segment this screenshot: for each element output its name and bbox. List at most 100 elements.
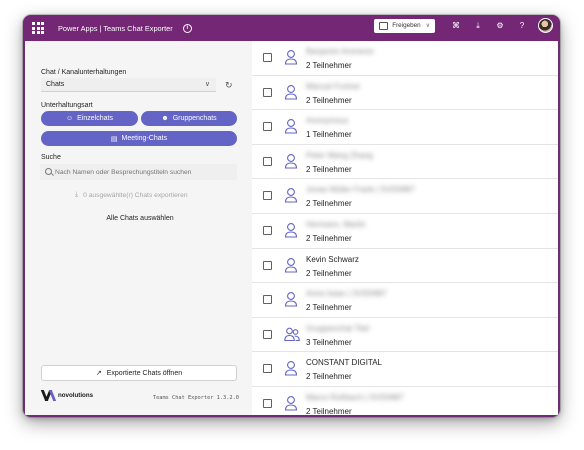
open-exported-button[interactable]: ↗ Exportierte Chats öffnen (41, 365, 237, 381)
export-label: 0 ausgewählte(r) Chats exportieren (83, 191, 188, 199)
app-title: Power Apps | Teams Chat Exporter (58, 23, 173, 33)
chevron-down-icon: ∨ (425, 23, 430, 29)
open-external-icon: ↗ (95, 370, 102, 377)
chat-row[interactable]: Hermann, Martin 2 Teilnehmer (252, 214, 558, 249)
person-icon (284, 84, 298, 100)
chat-name: Jonas Müller Frank | SVD0987 (306, 185, 415, 195)
individual-chats-button[interactable]: ☺ Einzelchats (41, 111, 138, 126)
chat-section-label: Chat / Kanalunterhaltungen (41, 69, 127, 76)
chat-row[interactable]: Benjamin Ammerer 2 Teilnehmer (252, 41, 558, 76)
chat-row[interactable]: Peter Wang Zhang 2 Teilnehmer (252, 145, 558, 180)
chat-row[interactable]: Gruppenchat Titel 3 Teilnehmer (252, 318, 558, 353)
chat-checkbox[interactable] (263, 260, 272, 270)
chat-type-value: Chats (46, 81, 65, 88)
group-icon (284, 326, 300, 342)
chat-checkbox[interactable] (263, 122, 272, 132)
export-button[interactable]: ⤓ 0 ausgewählte(r) Chats exportieren (75, 191, 188, 199)
settings-icon[interactable]: ⚙ (495, 21, 505, 31)
share-icon (379, 21, 389, 30)
chat-name: Benjamin Ammerer (306, 47, 375, 56)
person-icon (284, 118, 298, 134)
calendar-icon: ▤ (110, 135, 118, 143)
chat-name: Marco Roßbach | SVD0987 (306, 393, 404, 402)
refresh-icon[interactable]: ↻ (225, 80, 233, 91)
participant-count: 2 Teilnehmer (306, 61, 352, 70)
person-icon (284, 395, 298, 411)
download-icon[interactable]: ⤓ (473, 21, 483, 31)
chat-row[interactable]: Anna Isaac | SVD0987 2 Teilnehmer (252, 283, 558, 318)
chat-checkbox[interactable] (263, 191, 272, 201)
chat-name: Hermann, Martin (306, 220, 366, 229)
chat-name: Anonymous (306, 116, 349, 126)
conversation-type-label: Unterhaltungsart (41, 102, 93, 109)
chat-row[interactable]: Manuel Furtner 2 Teilnehmer (252, 76, 558, 111)
novolutions-logo: novolutions (40, 390, 94, 401)
sidebar: Chat / Kanalunterhaltungen Chats ∨ ↻ Unt… (25, 41, 252, 415)
group-icon: ☻ (161, 115, 169, 122)
download-icon: ⤓ (75, 191, 79, 198)
chat-type-dropdown[interactable]: Chats ∨ (41, 78, 216, 92)
chat-checkbox[interactable] (263, 226, 272, 235)
chat-name: Kevin Schwarz (306, 254, 359, 264)
logo-text: novolutions (58, 392, 94, 399)
chat-checkbox[interactable] (263, 399, 272, 408)
participant-count: 2 Teilnehmer (306, 268, 352, 278)
chat-checkbox[interactable] (263, 156, 272, 166)
individual-chats-label: Einzelchats (77, 115, 113, 122)
chat-name: CONSTANT DIGITAL (306, 358, 383, 368)
chat-row[interactable]: Jonas Müller Frank | SVD0987 2 Teilnehmer (252, 179, 558, 214)
chat-name: Peter Wang Zhang (306, 150, 373, 160)
search-label: Suche (41, 154, 61, 161)
chat-checkbox[interactable] (263, 329, 272, 339)
share-label: Freigeben (392, 22, 421, 29)
participant-count: 2 Teilnehmer (306, 372, 352, 382)
meeting-chats-button[interactable]: ▤ Meeting-Chats (41, 131, 237, 146)
participant-count: 2 Teilnehmer (306, 407, 352, 415)
participant-count: 2 Teilnehmer (306, 164, 352, 174)
waffle-icon[interactable] (32, 22, 44, 34)
chat-checkbox[interactable] (263, 295, 272, 305)
person-icon (284, 257, 298, 273)
participant-count: 2 Teilnehmer (306, 234, 352, 243)
participant-count: 3 Teilnehmer (306, 337, 352, 347)
chat-row[interactable]: Marco Roßbach | SVD0987 2 Teilnehmer (252, 387, 558, 415)
avatar[interactable] (538, 18, 553, 33)
share-button[interactable]: Freigeben ∨ (374, 18, 435, 33)
help-icon[interactable]: ? (517, 21, 527, 31)
chat-name: Gruppenchat Titel (306, 323, 370, 333)
group-chats-button[interactable]: ☻ Gruppenchats (141, 111, 237, 126)
person-icon (284, 360, 298, 376)
participant-count: 2 Teilnehmer (306, 199, 352, 209)
chat-row[interactable]: CONSTANT DIGITAL 2 Teilnehmer (252, 352, 558, 387)
participant-count: 2 Teilnehmer (306, 95, 352, 105)
person-icon (284, 49, 298, 65)
select-all-button[interactable]: Alle Chats auswählen (80, 215, 200, 222)
chat-row[interactable]: Kevin Schwarz 2 Teilnehmer (252, 249, 558, 284)
participant-count: 1 Teilnehmer (306, 130, 352, 140)
logo-mark (40, 390, 57, 401)
chat-list: Benjamin Ammerer 2 Teilnehmer Manuel Furtn… (252, 41, 558, 415)
chat-row[interactable]: Anonymous 1 Teilnehmer (252, 110, 558, 145)
flow-icon[interactable]: ⌘ (451, 21, 461, 31)
open-exported-label: Exportierte Chats öffnen (106, 369, 183, 377)
top-bar: Power Apps | Teams Chat Exporter i Freig… (23, 15, 560, 41)
chat-checkbox[interactable] (263, 53, 272, 62)
chat-name: Anna Isaac | SVD0987 (306, 289, 387, 299)
chevron-down-icon: ∨ (204, 81, 210, 88)
person-icon (284, 153, 298, 169)
search-icon (45, 168, 52, 175)
person-icon: ☺ (66, 115, 74, 122)
search-input[interactable] (40, 164, 237, 180)
person-icon (284, 222, 298, 238)
participant-count: 2 Teilnehmer (306, 303, 352, 313)
group-chats-label: Gruppenchats (172, 115, 217, 122)
chat-checkbox[interactable] (263, 364, 272, 374)
app-window: Power Apps | Teams Chat Exporter i Freig… (23, 15, 560, 417)
chat-checkbox[interactable] (263, 87, 272, 97)
version-text: Teams Chat Exporter 1.3.2.0 (152, 395, 239, 401)
chat-name: Manuel Furtner (306, 81, 361, 91)
meeting-chats-label: Meeting-Chats (121, 135, 168, 142)
person-icon (284, 187, 298, 203)
person-icon (284, 291, 298, 307)
info-icon[interactable]: i (182, 23, 192, 33)
